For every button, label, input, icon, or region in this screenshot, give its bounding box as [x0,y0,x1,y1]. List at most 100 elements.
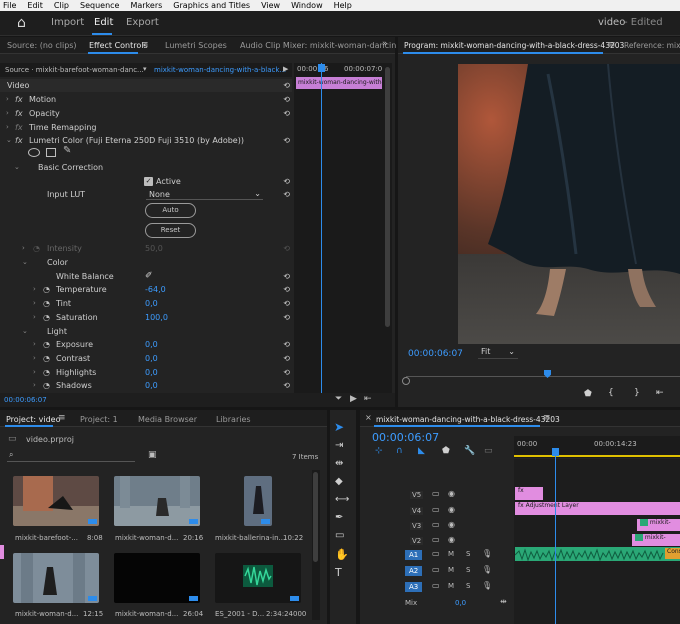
mute-icon[interactable]: M [448,566,454,574]
sync-lock-icon[interactable]: ▭ [432,520,440,529]
sync-lock-icon[interactable]: ▭ [432,549,440,558]
pen-tool-icon[interactable]: ✒ [335,512,343,523]
rectangle-tool-icon[interactable]: ▭ [335,530,344,541]
mute-icon[interactable]: M [448,582,454,590]
fx-icon[interactable]: fx [15,136,23,145]
reset-icon[interactable]: ⟲ [283,313,290,322]
expand-icon[interactable]: › [33,340,36,348]
tab-project-1[interactable]: Project: 1 [80,415,118,424]
adjustment-layer-clip[interactable]: fx Adjustment Layer [515,502,680,515]
tab-audio-clip-mixer[interactable]: Audio Clip Mixer: mixkit-woman-dancin [240,41,396,50]
reset-icon[interactable]: ⟲ [283,272,290,281]
ec-timecode[interactable]: 00:00:06:07 [4,396,47,404]
basic-correction-row[interactable]: ⌄ Basic Correction [0,161,292,174]
marker-icon[interactable]: ⬟ [442,446,450,456]
play-only-audio-icon[interactable]: ▶ [350,394,357,404]
sequence-clip-label[interactable]: mixkit-woman-dancing-with-a-black... [154,66,286,74]
razor-tool-icon[interactable]: ◆ [335,476,343,487]
project-scrollbar[interactable] [312,470,320,620]
filter-icon[interactable]: ⏷ [335,394,342,404]
collapse-icon[interactable]: ⌄ [22,258,28,266]
menu-sequence[interactable]: Sequence [80,1,119,10]
param-value[interactable]: -64,0 [145,285,166,294]
track-label[interactable]: V5 [410,491,424,499]
reset-icon[interactable]: ⟲ [283,136,290,145]
menu-graphics[interactable]: Graphics and Titles [173,1,250,10]
clip-thumbnail[interactable] [114,476,200,526]
sync-lock-icon[interactable]: ▭ [432,581,440,590]
eyedropper-icon[interactable]: ✐ [145,271,153,281]
solo-icon[interactable]: S [466,582,470,590]
scrollbar[interactable] [384,63,392,403]
effect-opacity[interactable]: › fx Opacity ⟲ [0,107,292,120]
color-row[interactable]: ⌄ Color [0,256,292,269]
menu-edit[interactable]: Edit [27,1,43,10]
fx-icon[interactable]: fx [15,109,23,118]
clip-v3[interactable]: mixkit- [637,519,680,531]
sync-lock-icon[interactable]: ▭ [432,535,440,544]
ripple-edit-icon[interactable]: ⇹ [335,458,343,469]
marker-icon[interactable]: ⬟ [584,389,592,399]
search-input[interactable]: ⌕ [7,450,135,462]
timeline-playhead-handle[interactable] [552,448,559,456]
eye-icon[interactable]: ◉ [448,489,455,498]
clip-thumbnail[interactable] [114,553,200,603]
effect-lumetri-color[interactable]: ⌄ fx Lumetri Color (Fuji Eterna 250D Fuj… [0,134,292,147]
audio-clip-a1[interactable]: Cons [515,547,680,561]
param-value[interactable]: 0,0 [145,340,158,349]
track-label[interactable]: V2 [410,537,424,545]
panel-menu-icon[interactable]: ≡ [58,413,66,423]
program-scrubber[interactable] [406,370,680,381]
param-value[interactable]: 100,0 [145,313,168,322]
close-icon[interactable]: × [365,413,372,422]
clip-v2[interactable]: mixkit- [632,534,680,546]
eye-icon[interactable]: ◉ [448,505,455,514]
clip-v5[interactable]: fx [515,487,543,500]
home-icon[interactable]: ⌂ [17,15,26,31]
sync-lock-icon[interactable]: ▭ [432,565,440,574]
program-timecode[interactable]: 00:00:06:07 [408,349,463,359]
stopwatch-icon[interactable]: ◔ [43,368,50,377]
clip-thumbnail[interactable] [244,476,272,526]
tab-edit[interactable]: Edit [94,17,113,28]
fx-icon[interactable]: fx [15,95,23,104]
mix-value[interactable]: 0,0 [455,599,466,607]
param-value[interactable]: 0,0 [145,299,158,308]
selection-tool-icon[interactable]: ➤ [334,420,344,434]
solo-icon[interactable]: S [466,550,470,558]
play-icon[interactable]: ▶ [283,65,288,73]
pen-mask-icon[interactable]: ✎ [63,145,71,156]
tab-libraries[interactable]: Libraries [216,415,251,424]
stopwatch-icon[interactable]: ◔ [43,313,50,322]
tab-effect-controls[interactable]: Effect Controls [89,41,148,50]
mute-icon[interactable]: M [448,550,454,558]
param-value[interactable]: 0,0 [145,368,158,377]
source-clip-label[interactable]: Source · mixkit-barefoot-woman-danc... [5,66,144,74]
effect-time-remapping[interactable]: › fx Time Remapping [0,121,292,134]
microphone-icon[interactable]: 🎙 [482,581,492,590]
scrollbar-thumb[interactable] [385,67,390,327]
hand-tool-icon[interactable]: ✋ [335,548,349,561]
reset-icon[interactable]: ⟲ [283,81,290,90]
track-label[interactable]: A3 [405,582,423,592]
param-value[interactable]: 0,0 [145,354,158,363]
slip-tool-icon[interactable]: ⟷ [335,494,349,505]
expand-icon[interactable]: › [6,95,9,103]
reset-icon[interactable]: ⟲ [283,299,290,308]
expand-icon[interactable]: › [33,368,36,376]
new-bin-icon[interactable]: ▣ [148,450,157,460]
mini-clip[interactable]: mixkit-woman-dancing-with-a-black-dress [296,77,382,89]
expand-icon[interactable]: › [6,109,9,117]
expand-icon[interactable]: › [33,354,36,362]
tab-sequence[interactable]: mixkit-woman-dancing-with-a-black-dress-… [376,415,560,424]
microphone-icon[interactable]: 🎙 [482,565,492,574]
menu-markers[interactable]: Markers [130,1,162,10]
overflow-icon[interactable]: » [382,39,388,49]
stopwatch-icon[interactable]: ◔ [43,340,50,349]
reset-icon[interactable]: ⟲ [283,368,290,377]
track-label[interactable]: V3 [410,522,424,530]
active-checkbox[interactable]: ✓ [144,177,153,186]
dropdown-icon[interactable]: ▾ [143,65,147,73]
solo-icon[interactable]: S [466,566,470,574]
collapse-icon[interactable]: ⌄ [22,327,28,335]
